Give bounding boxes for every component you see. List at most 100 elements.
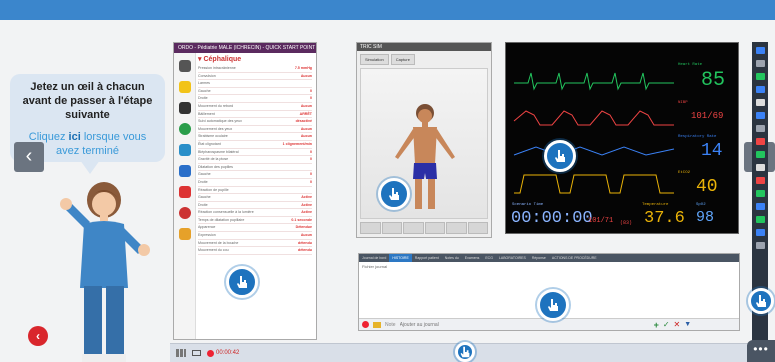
recording-indicator[interactable]: 00:00:42 — [207, 349, 239, 357]
wrench-icon[interactable] — [178, 60, 191, 72]
journal-tab[interactable]: Notes du — [442, 254, 462, 262]
ordo-param-row[interactable]: Mouvement de la bouche détendu — [198, 240, 312, 248]
spo2-label: SpO2 — [696, 203, 706, 207]
param-value: Active — [301, 202, 312, 207]
ordo-param-row[interactable]: Apparence Détendue — [198, 224, 312, 233]
check-icon[interactable]: ✓ — [663, 320, 670, 329]
ordo-param-row[interactable]: Droite 0 — [198, 179, 312, 187]
instruction-text: Jetez un œil à chacun avant de passer à … — [22, 81, 153, 121]
back-button[interactable]: ‹ — [28, 326, 48, 346]
menu-button[interactable]: ••• — [747, 340, 775, 362]
tab-capture[interactable]: Capture — [390, 54, 415, 65]
toolbar-doc-icon[interactable] — [755, 99, 765, 106]
viewer-control-button[interactable] — [467, 222, 488, 234]
journal-tab[interactable]: Examens — [462, 254, 483, 262]
toolbar-alert-icon[interactable] — [755, 177, 765, 184]
ordo-param-row[interactable]: Expression Aucun — [198, 232, 312, 240]
toolbar-person-icon[interactable] — [755, 112, 765, 119]
ordo-param-row[interactable]: Temps de dilatation pupillaire 0.1 second… — [198, 217, 312, 225]
previous-button[interactable]: ‹ — [14, 142, 44, 172]
toolbar-settings-icon[interactable] — [755, 47, 765, 54]
ordo-param-row[interactable]: Pression intracrânienne 7.5 mmHg — [198, 65, 312, 73]
journal-input[interactable] — [399, 321, 650, 328]
record-icon[interactable] — [362, 321, 369, 328]
toolbar-monitor-icon[interactable] — [755, 86, 765, 93]
toolbar-grid-icon[interactable] — [755, 60, 765, 67]
toolbar-heart-icon[interactable] — [755, 138, 765, 145]
nurse-illustration — [60, 182, 150, 362]
ordo-param-row[interactable]: Réaction consensuelle à la lumière Active — [198, 209, 312, 217]
toolbar-list-icon[interactable] — [755, 216, 765, 223]
ordo-param-row[interactable]: Suivi automatique des yeux désactivé — [198, 118, 312, 126]
ordo-param-row[interactable]: Mouvement du cou détendu — [198, 247, 312, 255]
ordo-param-row[interactable]: Mouvement des yeux Aucun — [198, 126, 312, 134]
tap-hint-monitor[interactable] — [544, 140, 576, 172]
journal-tab[interactable]: Journal de bord — [359, 254, 389, 262]
hr-label: Heart Rate — [678, 63, 703, 67]
lungs-icon[interactable] — [178, 165, 191, 177]
param-label: Strabisme oculaire — [198, 134, 228, 139]
toolbar-help-icon[interactable] — [755, 242, 765, 249]
journal-tab[interactable]: ACTIONS DE PROCÉDURE — [549, 254, 600, 262]
head-icon[interactable] — [178, 144, 191, 156]
journal-tab[interactable]: Réponse — [529, 254, 549, 262]
journal-tab[interactable]: ECG — [482, 254, 496, 262]
ordo-param-row[interactable]: Droite Active — [198, 202, 312, 210]
ordo-param-row[interactable]: Réaction de pupille — [198, 187, 312, 195]
toolbar-sim-icon[interactable] — [755, 229, 765, 236]
ordo-param-row[interactable]: Bâillement ARRÊT — [198, 111, 312, 119]
ordo-param-row[interactable]: Convulsion Aucun — [198, 73, 312, 81]
pulse-icon[interactable] — [178, 186, 191, 198]
viewer-control-button[interactable] — [424, 222, 445, 234]
pill-icon[interactable] — [178, 207, 191, 219]
ordo-param-row[interactable]: Gauche 0 — [198, 88, 312, 96]
filter-icon[interactable]: ▼ — [684, 321, 691, 328]
ordo-param-row[interactable]: Droite 0 — [198, 95, 312, 103]
ordo-param-row[interactable]: État clignotant 1 clignement/min — [198, 141, 312, 149]
toolbar-lock-icon[interactable] — [755, 125, 765, 132]
tap-hint-toolbar[interactable] — [748, 288, 774, 314]
toolbar-camera-icon[interactable] — [755, 203, 765, 210]
ordo-title: ORDO - Pédiatrie MALE (ICHRECIN) - QUICK… — [174, 43, 316, 53]
param-label: Droite — [198, 96, 208, 101]
param-label: Mouvement du cou — [198, 248, 229, 253]
tap-hint-ordo[interactable] — [226, 266, 258, 298]
close-icon[interactable]: ✕ — [674, 320, 681, 329]
tap-hint-journal[interactable] — [537, 289, 569, 321]
viewer-control-button[interactable] — [360, 222, 381, 234]
ordo-param-row[interactable]: Blépharospasme bilatéral 0 — [198, 149, 312, 157]
body-icon[interactable] — [178, 228, 191, 240]
ordo-param-row[interactable]: Gauche 0 — [198, 171, 312, 179]
star-icon[interactable] — [178, 81, 191, 93]
ordo-param-row[interactable]: Gravité de la ptose 0 — [198, 156, 312, 164]
toolbar-note-icon[interactable] — [755, 164, 765, 171]
param-label: État clignotant — [198, 141, 221, 146]
ordo-param-row[interactable]: Mouvement du rebord Aucun — [198, 103, 312, 111]
viewer-control-button[interactable] — [381, 222, 402, 234]
tap-hint-bottombar[interactable] — [455, 342, 475, 362]
journal-tab[interactable]: Rapport patient — [412, 254, 442, 262]
viewer-control-button[interactable] — [403, 222, 424, 234]
journal-tab[interactable]: LABORATOIRES — [496, 254, 529, 262]
toolbar-check-icon[interactable] — [755, 190, 765, 197]
ordo-param-row[interactable]: Dilatation des pupilles — [198, 164, 312, 172]
toolbar-flask-icon[interactable] — [755, 151, 765, 158]
journal-tab[interactable]: HISTOIRE — [389, 254, 412, 262]
ordo-param-row[interactable]: Strabisme oculaire Aucun — [198, 133, 312, 141]
param-label: Mouvement de la bouche — [198, 240, 239, 245]
timer-label: Scenario Time — [512, 203, 544, 207]
add-icon[interactable]: + — [654, 320, 659, 330]
folder-icon[interactable] — [373, 321, 381, 328]
tab-simulation[interactable]: Simulation — [360, 54, 389, 65]
ordo-param-row[interactable]: Gauche Active — [198, 194, 312, 202]
tap-hint-viewer[interactable] — [378, 178, 410, 210]
param-value: ARRÊT — [299, 111, 312, 116]
ordo-parameter-list: ▾ Céphalique Pression intracrânienne 7.5 … — [198, 55, 312, 339]
viewer-control-button[interactable] — [446, 222, 467, 234]
eye-icon[interactable] — [178, 123, 191, 135]
toolbar-chart-icon[interactable] — [755, 73, 765, 80]
param-value: Active — [301, 210, 312, 215]
temp-label: Temperature — [642, 203, 669, 207]
person-icon[interactable] — [178, 102, 191, 114]
ordo-param-row[interactable]: Larmes — [198, 80, 312, 88]
